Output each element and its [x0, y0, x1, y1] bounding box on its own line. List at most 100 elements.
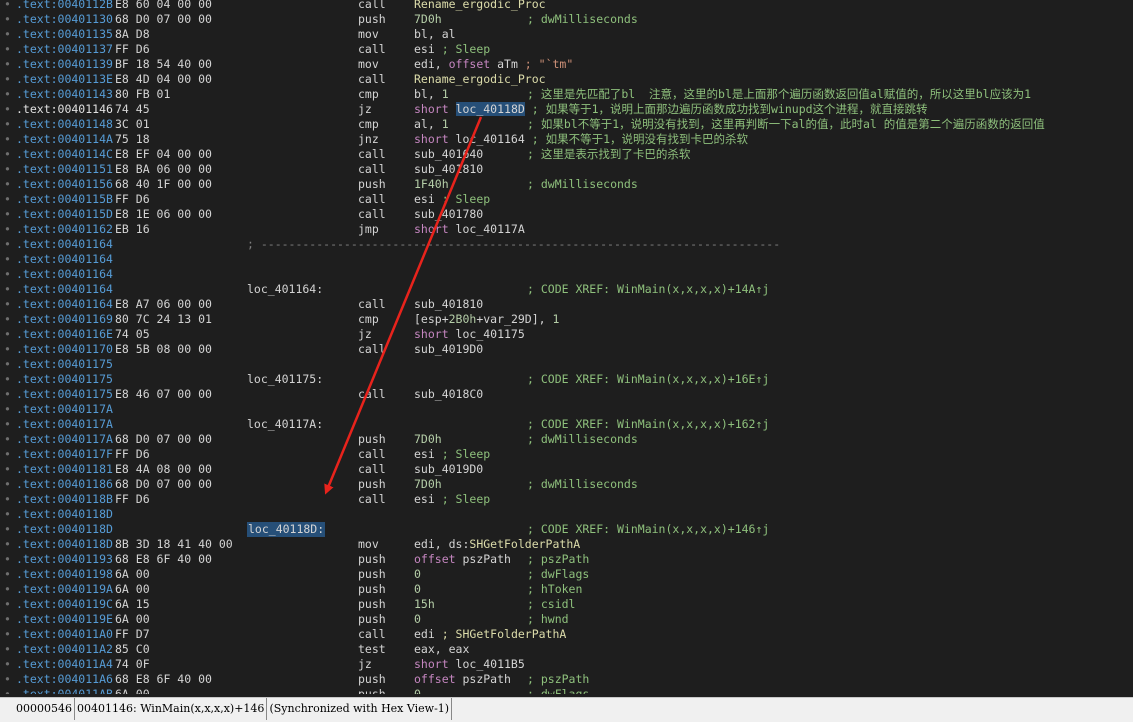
line-address[interactable]: .text:00401175: [16, 372, 113, 387]
disasm-line[interactable]: • .text:0040114C E8 EF 04 00 00 call sub_401…: [0, 147, 1133, 162]
disasm-line[interactable]: • .text:0040117A: [0, 402, 1133, 417]
disasm-line[interactable]: • .text:00401181 E8 4A 08 00 00 call sub_401…: [0, 462, 1133, 477]
line-address[interactable]: .text:0040118D: [16, 537, 113, 552]
instruction-operands[interactable]: short loc_4011B5: [414, 657, 525, 672]
instruction-operands[interactable]: sub_401810: [414, 162, 483, 177]
line-address[interactable]: .text:00401162: [16, 222, 113, 237]
highlighted-label-ref[interactable]: loc_40118D: [455, 102, 525, 116]
line-address[interactable]: .text:00401137: [16, 42, 113, 57]
instruction-operands[interactable]: sub_4019D0: [414, 342, 483, 357]
disasm-line[interactable]: • .text:00401164: [0, 267, 1133, 282]
line-address[interactable]: .text:0040114C: [16, 147, 113, 162]
instruction-operands[interactable]: sub_4019D0: [414, 462, 483, 477]
instruction-operands[interactable]: 0: [414, 582, 421, 597]
line-address[interactable]: .text:0040115B: [16, 192, 113, 207]
disasm-line[interactable]: • .text:004011A0 FF D7 call edi ; SHGetFolde…: [0, 627, 1133, 642]
line-address[interactable]: .text:00401169: [16, 312, 113, 327]
disasm-line[interactable]: • .text:00401130 68 D0 07 00 00 push 7D0h ; d…: [0, 12, 1133, 27]
instruction-operands[interactable]: sub_401640: [414, 147, 483, 162]
line-address[interactable]: .text:00401175: [16, 387, 113, 402]
instruction-operands[interactable]: eax, eax: [414, 642, 469, 657]
line-address[interactable]: .text:0040117A: [16, 432, 113, 447]
instruction-operands[interactable]: sub_4018C0: [414, 387, 483, 402]
line-address[interactable]: .text:004011A4: [16, 657, 113, 672]
line-address[interactable]: .text:0040115D: [16, 207, 113, 222]
line-address[interactable]: .text:004011AB: [16, 687, 113, 694]
line-address[interactable]: .text:00401146: [16, 102, 113, 117]
disasm-line[interactable]: • .text:0040119C 6A 15 push 15h ; csidl: [0, 597, 1133, 612]
instruction-operands[interactable]: edi, offset aTm ; "`tm": [414, 57, 573, 72]
line-address[interactable]: .text:0040116E: [16, 327, 113, 342]
instruction-operands[interactable]: al, 1: [414, 117, 449, 132]
disasm-line[interactable]: • .text:004011AB 6A 00 push 0 ; dwFlags: [0, 687, 1133, 694]
line-address[interactable]: .text:00401164: [16, 282, 113, 297]
disasm-line[interactable]: • .text:00401175: [0, 357, 1133, 372]
instruction-operands[interactable]: Rename_ergodic_Proc: [414, 0, 546, 12]
instruction-operands[interactable]: short loc_40117A: [414, 222, 525, 237]
disasm-line[interactable]: • .text:0040114A 75 18 jnz short loc_401164 …: [0, 132, 1133, 147]
disasm-line[interactable]: • .text:0040118D loc_40118D: ; CODE XREF: W…: [0, 522, 1133, 537]
disasm-line[interactable]: • .text:0040118D 8B 3D 18 41 40 00 mov edi, …: [0, 537, 1133, 552]
instruction-operands[interactable]: 1F40h: [414, 177, 449, 192]
code-label[interactable]: loc_401164:: [247, 282, 323, 297]
instruction-operands[interactable]: bl, 1: [414, 87, 449, 102]
instruction-operands[interactable]: esi ; Sleep: [414, 447, 490, 462]
line-address[interactable]: .text:004011A6: [16, 672, 113, 687]
line-address[interactable]: .text:0040117F: [16, 447, 113, 462]
disasm-line[interactable]: • .text:0040118B FF D6 call esi ; Sleep: [0, 492, 1133, 507]
disasm-line[interactable]: • .text:00401146 74 45 jz short loc_40118D ;…: [0, 102, 1133, 117]
disasm-line[interactable]: • .text:0040117F FF D6 call esi ; Sleep: [0, 447, 1133, 462]
disasm-line[interactable]: • .text:00401164 ; -----------------------…: [0, 237, 1133, 252]
disasm-line[interactable]: • .text:0040117A loc_40117A: ; CODE XREF: W…: [0, 417, 1133, 432]
instruction-operands[interactable]: bl, al: [414, 27, 456, 42]
disasm-line[interactable]: • .text:00401169 80 7C 24 13 01 cmp [esp+2B0…: [0, 312, 1133, 327]
instruction-operands[interactable]: 0: [414, 687, 421, 694]
disasm-line[interactable]: • .text:00401156 68 40 1F 00 00 push 1F40h ; …: [0, 177, 1133, 192]
instruction-operands[interactable]: esi ; Sleep: [414, 192, 490, 207]
instruction-operands[interactable]: [esp+2B0h+var_29D], 1: [414, 312, 559, 327]
line-address[interactable]: .text:0040113E: [16, 72, 113, 87]
instruction-operands[interactable]: Rename_ergodic_Proc: [414, 72, 546, 87]
instruction-operands[interactable]: 0: [414, 612, 421, 627]
line-address[interactable]: .text:00401164: [16, 267, 113, 282]
line-address[interactable]: .text:0040118D: [16, 507, 113, 522]
line-address[interactable]: .text:0040117A: [16, 402, 113, 417]
instruction-operands[interactable]: 7D0h: [414, 432, 442, 447]
line-address[interactable]: .text:0040119C: [16, 597, 113, 612]
line-address[interactable]: .text:00401164: [16, 252, 113, 267]
line-address[interactable]: .text:00401151: [16, 162, 113, 177]
disasm-line[interactable]: • .text:004011A2 85 C0 test eax, eax: [0, 642, 1133, 657]
line-address[interactable]: .text:00401164: [16, 237, 113, 252]
line-address[interactable]: .text:0040118D: [16, 522, 113, 537]
instruction-operands[interactable]: short loc_401164 ; 如果不等于1，说明没有找到卡巴的杀软: [414, 132, 748, 147]
line-address[interactable]: .text:00401193: [16, 552, 113, 567]
instruction-operands[interactable]: short loc_40118D ; 如果等于1，说明上面那边遍历函数成功找到w…: [414, 102, 928, 117]
line-address[interactable]: .text:0040117A: [16, 417, 113, 432]
disasm-line[interactable]: • .text:00401148 3C 01 cmp al, 1 ; 如果bl不等于1，说…: [0, 117, 1133, 132]
line-address[interactable]: .text:00401139: [16, 57, 113, 72]
disassembly-view[interactable]: • .text:0040112B E8 60 04 00 00 call Rename_…: [0, 0, 1133, 694]
disasm-line[interactable]: • .text:0040117A 68 D0 07 00 00 push 7D0h ; d…: [0, 432, 1133, 447]
disasm-line[interactable]: • .text:00401175 loc_401175: ; CODE XREF: W…: [0, 372, 1133, 387]
disasm-line[interactable]: • .text:00401164 E8 A7 06 00 00 call sub_401…: [0, 297, 1133, 312]
disasm-line[interactable]: • .text:004011A4 74 0F jz short loc_4011B5: [0, 657, 1133, 672]
line-address[interactable]: .text:00401175: [16, 357, 113, 372]
instruction-operands[interactable]: offset pszPath: [414, 552, 511, 567]
instruction-operands[interactable]: 7D0h: [414, 12, 442, 27]
disasm-line[interactable]: • .text:00401151 E8 BA 06 00 00 call sub_401…: [0, 162, 1133, 177]
line-address[interactable]: .text:00401181: [16, 462, 113, 477]
disasm-line[interactable]: • .text:00401175 E8 46 07 00 00 call sub_401…: [0, 387, 1133, 402]
line-address[interactable]: .text:00401198: [16, 567, 113, 582]
line-address[interactable]: .text:00401135: [16, 27, 113, 42]
instruction-operands[interactable]: short loc_401175: [414, 327, 525, 342]
instruction-operands[interactable]: sub_401780: [414, 207, 483, 222]
disasm-line[interactable]: • .text:00401193 68 E8 6F 40 00 push offset …: [0, 552, 1133, 567]
line-address[interactable]: .text:00401130: [16, 12, 113, 27]
line-address[interactable]: .text:0040114A: [16, 132, 113, 147]
disasm-line[interactable]: • .text:0040113E E8 4D 04 00 00 call Rename_…: [0, 72, 1133, 87]
line-address[interactable]: .text:004011A2: [16, 642, 113, 657]
line-address[interactable]: .text:00401186: [16, 477, 113, 492]
disasm-line[interactable]: • .text:004011A6 68 E8 6F 40 00 push offset …: [0, 672, 1133, 687]
instruction-operands[interactable]: 0: [414, 567, 421, 582]
line-address[interactable]: .text:0040112B: [16, 0, 113, 12]
